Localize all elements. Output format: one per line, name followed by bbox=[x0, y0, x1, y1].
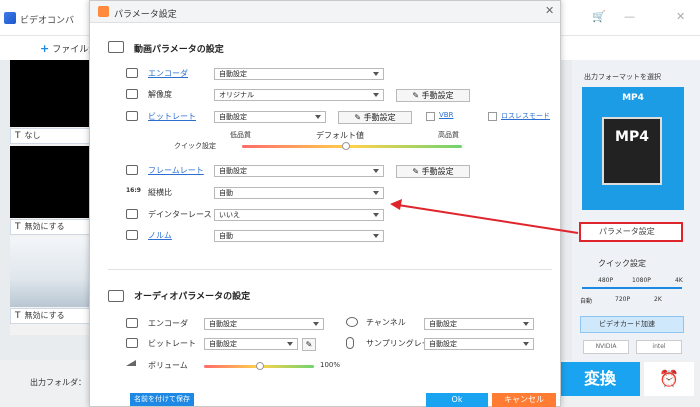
annotation-arrow bbox=[390, 199, 579, 234]
arrow-line bbox=[397, 204, 579, 234]
arrow-head bbox=[390, 199, 402, 210]
